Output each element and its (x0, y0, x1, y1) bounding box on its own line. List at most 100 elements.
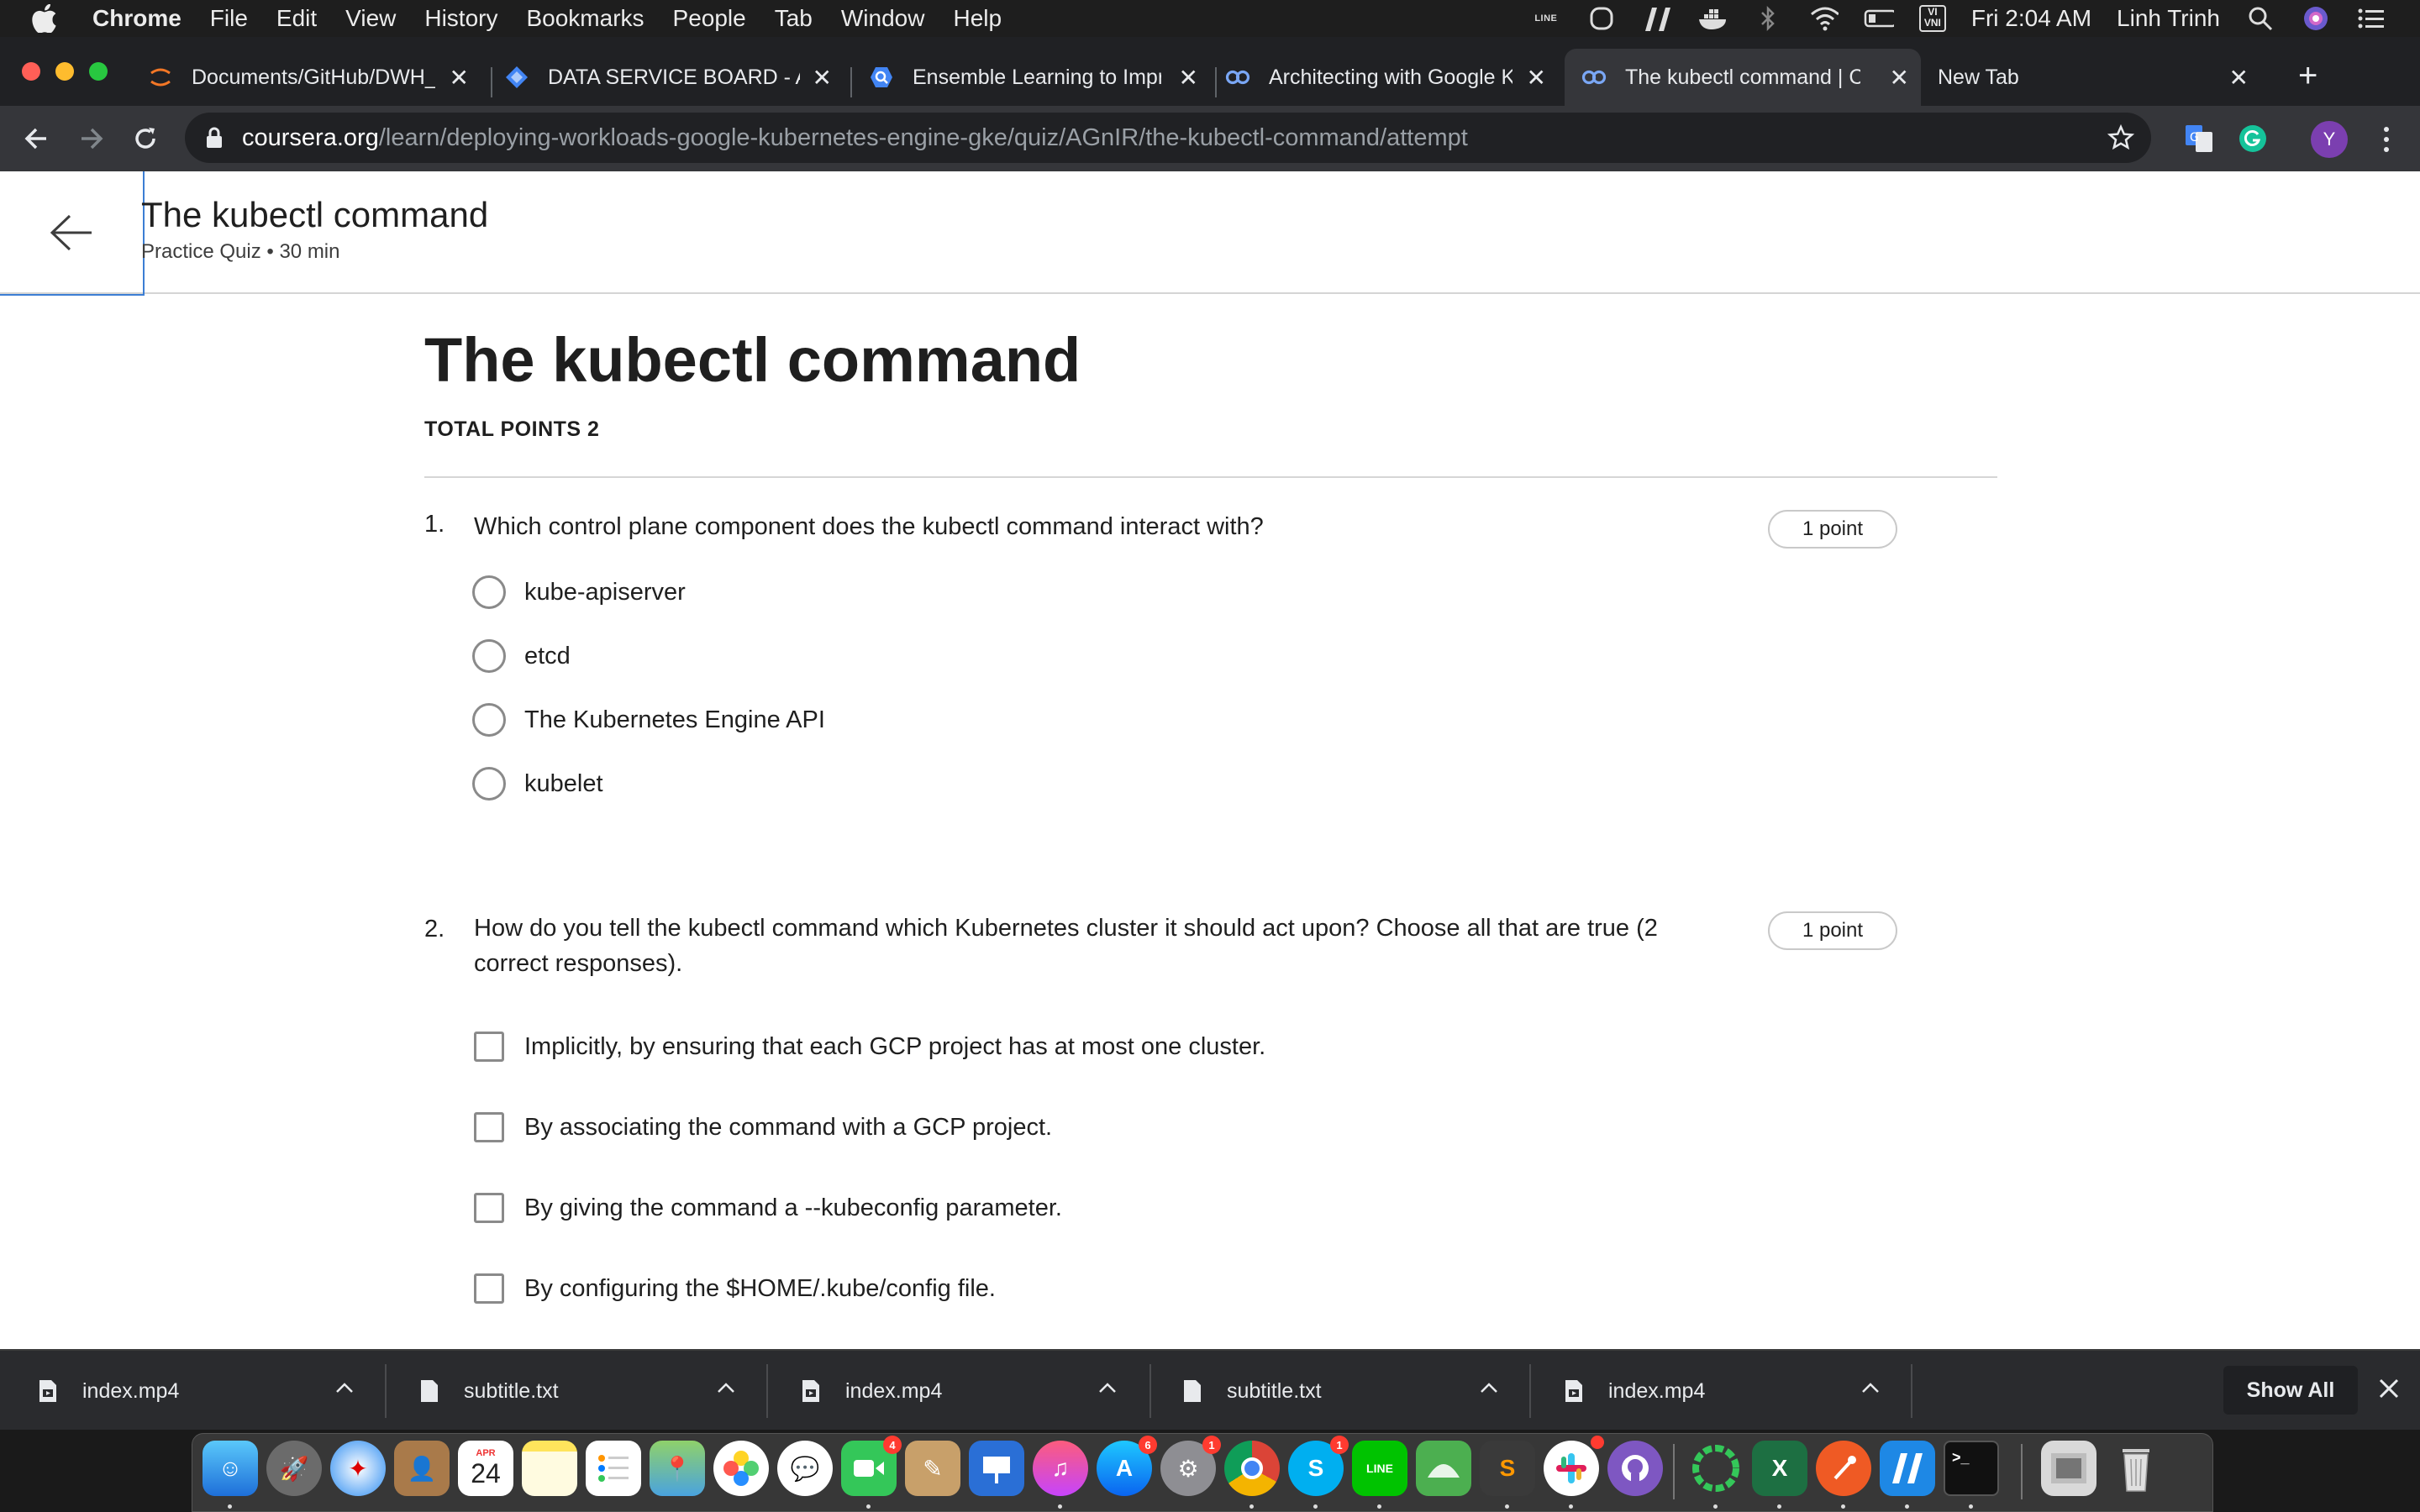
contacts-icon[interactable]: 👤 (394, 1441, 450, 1496)
safari-icon[interactable]: ✦ (330, 1441, 386, 1496)
tab-data-service-board[interactable]: DATA SERVICE BOARD - A ✕ (504, 56, 844, 98)
checkbox[interactable] (474, 1193, 504, 1223)
notes-icon[interactable] (522, 1441, 577, 1496)
maps-icon[interactable]: 📍 (650, 1441, 705, 1496)
sublime-text-icon[interactable]: S (1480, 1441, 1535, 1496)
bars-status-icon[interactable] (1642, 7, 1672, 31)
answer-option[interactable]: kubelet (472, 765, 603, 802)
answer-option[interactable]: Implicitly, by ensuring that each GCP pr… (472, 1028, 1265, 1065)
menu-clock[interactable]: Fri 2:04 AM (1971, 5, 2091, 32)
answer-option[interactable]: By configuring the $HOME/.kube/config fi… (472, 1270, 996, 1307)
slack-icon[interactable] (1544, 1436, 1604, 1496)
back-arrow-icon[interactable] (15, 118, 57, 160)
apple-menu-icon[interactable] (32, 4, 66, 33)
bookmark-star-icon[interactable] (2107, 123, 2135, 158)
activity-ring-icon[interactable] (1688, 1441, 1744, 1496)
tab-close-icon[interactable]: ✕ (1179, 64, 1198, 92)
menu-tab[interactable]: Tab (775, 5, 813, 32)
docker-icon[interactable] (1697, 7, 1728, 30)
chevron-up-icon[interactable] (1860, 1381, 1881, 1399)
tab-close-icon[interactable]: ✕ (1890, 64, 1909, 92)
app-store-icon[interactable]: A6 (1097, 1436, 1157, 1496)
checkbox[interactable] (474, 1032, 504, 1062)
siri-icon[interactable] (2301, 7, 2331, 30)
forward-arrow-icon[interactable] (71, 118, 113, 160)
postman-icon[interactable] (1816, 1441, 1871, 1496)
radio-button[interactable] (472, 639, 506, 673)
chrome-menu-icon[interactable] (2370, 121, 2403, 158)
downloads-stack-icon[interactable] (2041, 1441, 2096, 1496)
tab-architecting-gke[interactable]: Architecting with Google K ✕ (1225, 56, 1558, 98)
input-method-icon[interactable]: VI VNI (1918, 5, 1946, 32)
answer-option[interactable]: etcd (472, 638, 571, 675)
menu-app-name[interactable]: Chrome (92, 5, 182, 32)
menu-window[interactable]: Window (841, 5, 925, 32)
radio-button[interactable] (472, 575, 506, 609)
line-status-icon[interactable]: LINE (1531, 7, 1561, 30)
chevron-up-icon[interactable] (1479, 1381, 1499, 1399)
facetime-icon[interactable]: 4 (841, 1436, 902, 1496)
tab-close-icon[interactable]: ✕ (1527, 64, 1546, 92)
chevron-up-icon[interactable] (1097, 1381, 1118, 1399)
checkbox[interactable] (474, 1112, 504, 1142)
books-icon[interactable]: ✎ (905, 1441, 960, 1496)
bars-app-icon[interactable] (1880, 1441, 1935, 1496)
keynote-icon[interactable] (969, 1441, 1024, 1496)
tab-close-icon[interactable]: ✕ (813, 64, 832, 92)
turtle-app-icon[interactable] (1416, 1441, 1471, 1496)
calendar-icon[interactable]: APR 24 (458, 1441, 513, 1496)
radio-button[interactable] (472, 703, 506, 737)
download-item[interactable]: index.mp4 (0, 1351, 380, 1431)
notification-center-icon[interactable] (2356, 7, 2386, 30)
close-icon[interactable] (2375, 1374, 2403, 1407)
terminal-icon[interactable]: >_ (1944, 1441, 1999, 1496)
menu-history[interactable]: History (424, 5, 497, 32)
messages-icon[interactable]: 💬 (777, 1441, 833, 1496)
tab-close-icon[interactable]: ✕ (2229, 64, 2249, 92)
radio-button[interactable] (472, 767, 506, 801)
tab-ensemble-learning[interactable]: Ensemble Learning to Impr ✕ (869, 56, 1210, 98)
reminders-icon[interactable] (586, 1441, 641, 1496)
answer-option[interactable]: kube-apiserver (472, 574, 686, 611)
google-translate-icon[interactable]: G (2181, 121, 2217, 156)
menu-help[interactable]: Help (953, 5, 1002, 32)
reload-icon[interactable] (124, 118, 166, 160)
lock-icon[interactable] (205, 126, 224, 150)
profile-avatar[interactable]: Y (2311, 121, 2348, 158)
wifi-icon[interactable] (1808, 7, 1839, 31)
battery-icon[interactable] (1864, 7, 1894, 30)
tab-jupyter[interactable]: Documents/GitHub/DWH_ ✕ (148, 56, 481, 98)
photos-icon[interactable] (713, 1441, 769, 1496)
bluetooth-icon[interactable] (1753, 5, 1783, 32)
download-item[interactable]: index.mp4 (763, 1351, 1143, 1431)
menu-user-name[interactable]: Linh Trinh (2117, 5, 2220, 32)
tab-new-tab[interactable]: New Tab ✕ (1938, 56, 2260, 98)
finder-icon[interactable]: ☺ (203, 1441, 258, 1496)
checkbox[interactable] (474, 1273, 504, 1304)
chevron-up-icon[interactable] (716, 1381, 736, 1399)
new-tab-plus-icon[interactable]: + (2298, 57, 2317, 95)
download-item[interactable]: subtitle.txt (381, 1351, 761, 1431)
window-minimize-icon[interactable] (55, 62, 74, 81)
menu-file[interactable]: File (210, 5, 248, 32)
chrome-icon[interactable] (1224, 1441, 1280, 1496)
system-preferences-icon[interactable]: ⚙ 1 (1160, 1436, 1221, 1496)
spotlight-search-icon[interactable] (2245, 7, 2275, 31)
answer-option[interactable]: By associating the command with a GCP pr… (472, 1109, 1052, 1146)
skype-icon[interactable]: S1 (1288, 1436, 1349, 1496)
menu-bookmarks[interactable]: Bookmarks (526, 5, 644, 32)
grammarly-icon[interactable] (2235, 121, 2270, 156)
github-desktop-icon[interactable] (1607, 1441, 1663, 1496)
answer-option[interactable]: By giving the command a --kubeconfig par… (472, 1189, 1062, 1226)
music-icon[interactable]: ♫ (1033, 1441, 1088, 1496)
download-item[interactable]: subtitle.txt (1144, 1351, 1524, 1431)
menu-people[interactable]: People (673, 5, 746, 32)
download-item[interactable]: index.mp4 (1526, 1351, 1906, 1431)
circle-status-icon[interactable] (1586, 7, 1617, 30)
back-button[interactable] (0, 171, 145, 296)
launchpad-icon[interactable]: 🚀 (266, 1441, 322, 1496)
window-zoom-icon[interactable] (89, 62, 108, 81)
chevron-up-icon[interactable] (334, 1381, 355, 1399)
menu-edit[interactable]: Edit (276, 5, 317, 32)
trash-icon[interactable] (2108, 1441, 2164, 1496)
